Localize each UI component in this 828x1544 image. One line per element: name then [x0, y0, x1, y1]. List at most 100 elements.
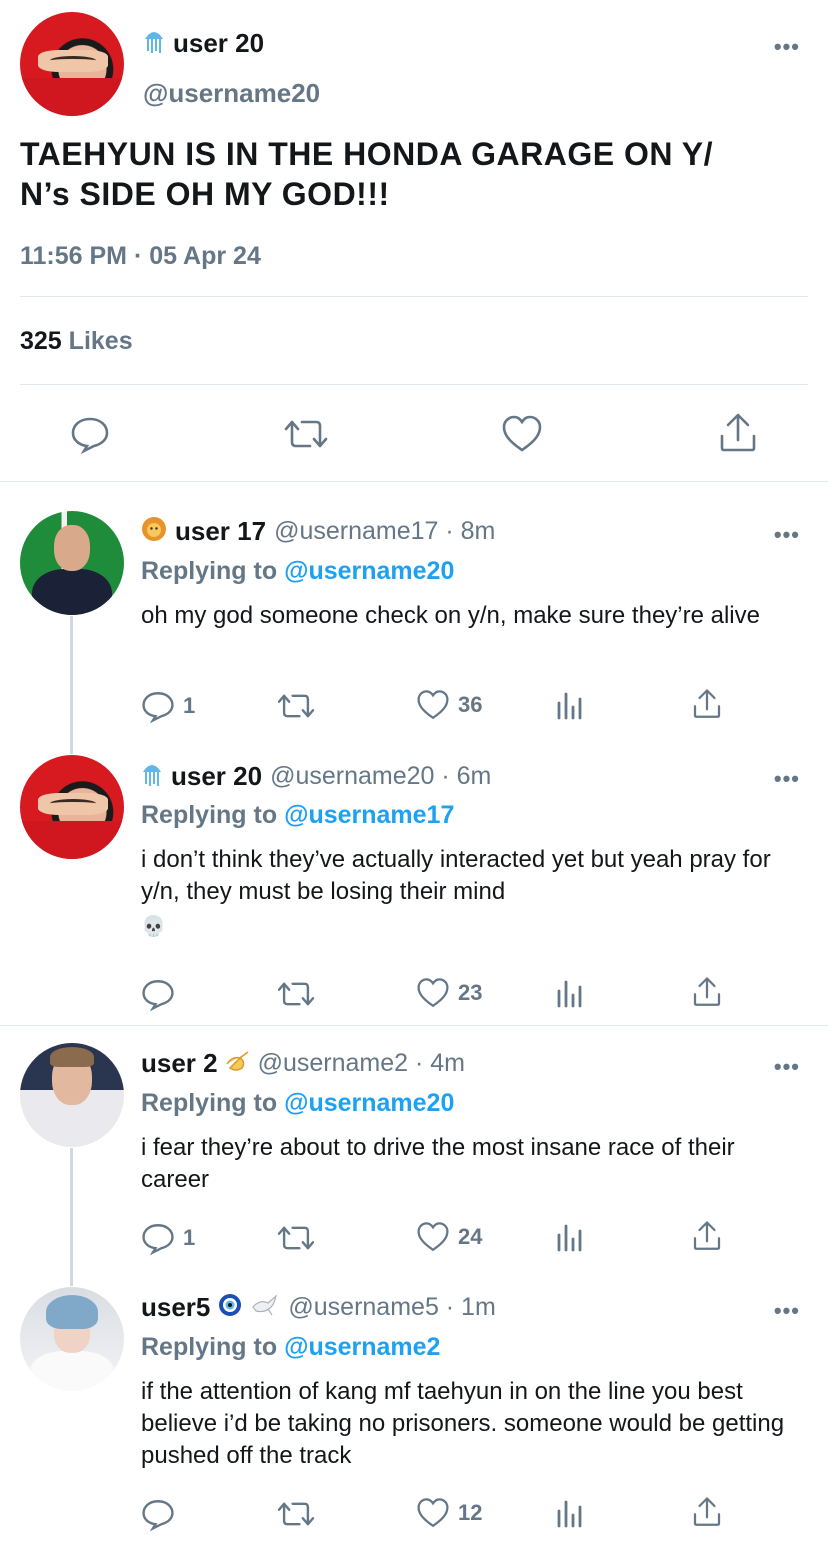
reply-1-more-icon[interactable]: •••	[774, 522, 800, 548]
comment-icon	[142, 980, 174, 1011]
reply-3-more-icon[interactable]: •••	[774, 1054, 800, 1080]
main-author-row: user 20	[143, 26, 264, 60]
reply-2-analytics-button[interactable]	[556, 977, 584, 1009]
replying-label: Replying to	[141, 1089, 278, 1117]
thread-line	[70, 1148, 73, 1286]
main-handle[interactable]: @username20	[143, 78, 320, 109]
skull-emoji: 💀	[141, 916, 166, 938]
analytics-icon	[557, 692, 582, 720]
reply-1-text: oh my god someone check on y/n, make sur…	[141, 602, 760, 629]
heart-icon	[417, 1498, 449, 1528]
like-count: 23	[458, 980, 483, 1005]
reply-2-author-row: user 20 @username20 · 6m	[141, 760, 491, 793]
avatar-reply-2[interactable]	[20, 755, 124, 859]
main-more-icon[interactable]: •••	[774, 34, 800, 60]
reply-1-reply-button[interactable]: 1	[141, 689, 195, 723]
avatar-reply-3[interactable]	[20, 1043, 124, 1147]
reply-3-retweet-button[interactable]	[276, 1221, 316, 1255]
share-icon	[720, 413, 756, 452]
reply-2-display-name[interactable]: user 20	[171, 761, 262, 792]
replying-label: Replying to	[141, 1333, 278, 1361]
main-tweet-text: TAEHYUN IS IN THE HONDA GARAGE ON Y/ N’s…	[20, 136, 714, 212]
reply-4-more-icon[interactable]: •••	[774, 1298, 800, 1324]
comment-icon	[142, 1224, 174, 1255]
reply-2-retweet-button[interactable]	[276, 977, 316, 1011]
reply-3-display-name[interactable]: user 2	[141, 1048, 218, 1079]
dove-icon	[250, 1293, 280, 1322]
reply-3-like-button[interactable]: 24	[416, 1221, 482, 1253]
main-reply-button[interactable]	[70, 414, 110, 454]
reply-2-replying-to: Replying to @username17	[141, 801, 454, 830]
retweet-icon	[284, 420, 328, 448]
reply-4-like-button[interactable]: 12	[416, 1497, 482, 1529]
likes-label: Likes	[68, 327, 133, 355]
divider	[0, 1025, 828, 1026]
reply-2-share-button[interactable]	[692, 975, 722, 1009]
replying-label: Replying to	[141, 557, 278, 585]
main-display-name[interactable]: user 20	[173, 28, 264, 59]
reply-4-replying-to: Replying to @username2	[141, 1333, 440, 1362]
reply-4-handle[interactable]: @username5 · 1m	[288, 1293, 495, 1322]
main-retweet-button[interactable]	[283, 414, 329, 454]
main-share-button[interactable]	[718, 412, 758, 454]
reply-2-reply-button[interactable]	[141, 977, 183, 1011]
analytics-icon	[557, 1500, 582, 1528]
reply-1-handle[interactable]: @username17 · 8m	[274, 517, 495, 546]
pinching-hand-icon	[224, 1048, 252, 1079]
like-count: 36	[458, 692, 483, 717]
reply-1-retweet-button[interactable]	[276, 689, 316, 723]
reply-2-handle[interactable]: @username20 · 6m	[270, 762, 491, 791]
reply-4-share-button[interactable]	[692, 1495, 722, 1529]
analytics-icon	[557, 1224, 582, 1252]
reply-3-share-button[interactable]	[692, 1219, 722, 1253]
retweet-icon	[277, 1502, 315, 1526]
reply-1-analytics-button[interactable]	[556, 689, 584, 721]
reply-3-analytics-button[interactable]	[556, 1221, 584, 1253]
reply-3-text: i fear they’re about to drive the most i…	[141, 1134, 735, 1193]
reply-count: 1	[183, 693, 196, 718]
mention-link[interactable]: @username20	[284, 557, 454, 585]
likes-summary[interactable]: 325 Likes	[20, 327, 133, 356]
reply-4-display-name[interactable]: user5	[141, 1292, 210, 1323]
mention-link[interactable]: @username17	[284, 801, 454, 829]
reply-1-like-button[interactable]: 36	[416, 689, 482, 721]
lion-icon	[141, 516, 167, 547]
retweet-icon	[277, 694, 315, 718]
heart-icon	[417, 690, 449, 720]
comment-icon	[71, 417, 109, 454]
analytics-icon	[557, 980, 582, 1008]
comment-icon	[142, 1500, 174, 1531]
reply-2-more-icon[interactable]: •••	[774, 766, 800, 792]
reply-4-retweet-button[interactable]	[276, 1497, 316, 1531]
reply-1-display-name[interactable]: user 17	[175, 516, 266, 547]
comment-icon	[142, 692, 174, 723]
heart-icon	[502, 415, 542, 452]
share-icon	[693, 1497, 721, 1526]
mention-link[interactable]: @username20	[284, 1089, 454, 1117]
share-icon	[693, 977, 721, 1006]
avatar-reply-1[interactable]	[20, 511, 124, 615]
reply-1-replying-to: Replying to @username20	[141, 557, 454, 586]
divider	[20, 296, 808, 297]
reply-4-reply-button[interactable]	[141, 1497, 183, 1531]
likes-count: 325	[20, 327, 62, 355]
mention-link[interactable]: @username2	[284, 1333, 440, 1361]
heart-icon	[417, 978, 449, 1008]
reply-3-reply-button[interactable]: 1	[141, 1221, 195, 1255]
avatar-reply-4[interactable]	[20, 1287, 124, 1391]
avatar-main[interactable]	[20, 12, 124, 116]
divider	[20, 384, 808, 385]
reply-2-like-button[interactable]: 23	[416, 977, 482, 1009]
share-icon	[693, 1221, 721, 1250]
main-like-button[interactable]	[501, 414, 543, 454]
reply-3-replying-to: Replying to @username20	[141, 1089, 454, 1118]
jellyfish-icon	[141, 760, 163, 793]
main-timestamp[interactable]: 11:56 PM · 05 Apr 24	[20, 242, 261, 271]
reply-1-share-button[interactable]	[692, 687, 722, 721]
like-count: 24	[458, 1224, 483, 1249]
reply-3-handle[interactable]: @username2 · 4m	[258, 1049, 465, 1078]
reply-2-text: i don’t think they’ve actually interacte…	[141, 846, 771, 905]
reply-4-text: if the attention of kang mf taehyun in o…	[141, 1378, 785, 1469]
reply-count: 1	[183, 1225, 196, 1250]
reply-4-analytics-button[interactable]	[556, 1497, 584, 1529]
